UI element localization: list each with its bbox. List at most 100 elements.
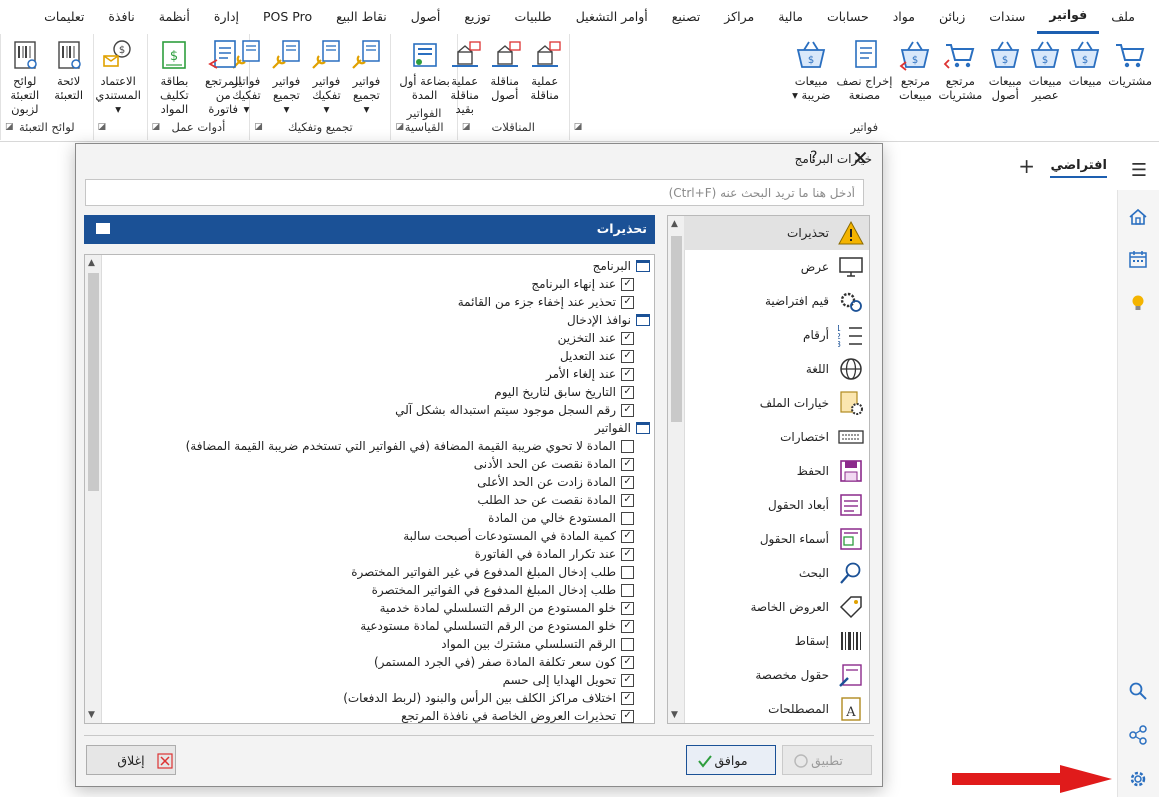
checkbox[interactable]: ✓ bbox=[621, 547, 634, 561]
close-icon[interactable]: ✕ bbox=[852, 146, 869, 170]
option-row[interactable]: ✓ اختلاف مراكز الكلف بين الرأس والبنود (ل… bbox=[105, 689, 650, 707]
ribbon-button[interactable]: عملية مناقلة bbox=[525, 38, 565, 116]
category-item[interactable]: أسماء الحقول bbox=[684, 522, 869, 556]
category-item[interactable]: العروض الخاصة bbox=[684, 590, 869, 624]
category-item[interactable]: إسقاط bbox=[684, 624, 869, 658]
scroll-down-icon[interactable]: ▼ bbox=[88, 710, 95, 720]
option-row[interactable]: ✓ عند إلغاء الأمر bbox=[105, 365, 650, 383]
checkbox[interactable]: ✓ bbox=[621, 475, 634, 489]
menu-item[interactable]: تصنيع bbox=[660, 0, 713, 34]
checkbox[interactable] bbox=[621, 565, 634, 579]
help-button[interactable]: ? bbox=[810, 149, 817, 165]
ribbon-button[interactable]: $ مبيعات عصير bbox=[1025, 38, 1065, 116]
menu-item[interactable]: ملف bbox=[1099, 0, 1147, 34]
checkbox[interactable] bbox=[621, 583, 634, 597]
group-launcher-icon[interactable]: ◪ bbox=[574, 122, 583, 132]
flow-icon[interactable] bbox=[1127, 724, 1149, 746]
menu-item[interactable]: فواتير bbox=[1037, 0, 1100, 34]
ribbon-button[interactable]: $ مبيعات أصول bbox=[985, 38, 1025, 116]
menu-item[interactable]: سندات bbox=[977, 0, 1037, 34]
settings-gear-icon[interactable] bbox=[1127, 768, 1149, 790]
menu-item[interactable]: إدارة bbox=[202, 0, 251, 34]
ok-button[interactable]: موافق bbox=[686, 745, 776, 775]
menu-item[interactable]: أصول bbox=[399, 0, 453, 34]
group-launcher-icon[interactable]: ◪ bbox=[254, 122, 263, 132]
ribbon-button[interactable]: فواتير تجميع ▾ bbox=[266, 38, 306, 116]
category-item[interactable]: A المصطلحات bbox=[684, 692, 869, 723]
checkbox[interactable]: ✓ bbox=[621, 385, 634, 399]
scroll-thumb[interactable] bbox=[671, 236, 682, 422]
option-row[interactable]: الرقم التسلسلي مشترك بين المواد bbox=[105, 635, 650, 653]
ribbon-button[interactable]: مرتجع مشتريات bbox=[935, 38, 985, 116]
checkbox[interactable] bbox=[621, 511, 634, 525]
option-row[interactable]: ✓ خلو المستودع من الرقم التسلسلي لمادة مس… bbox=[105, 617, 650, 635]
menu-item[interactable]: حسابات bbox=[815, 0, 881, 34]
option-row[interactable]: المستودع خالي من المادة bbox=[105, 509, 650, 527]
category-item[interactable]: قيم افتراضية bbox=[684, 284, 869, 318]
search-icon[interactable] bbox=[1127, 680, 1149, 702]
ribbon-button[interactable]: $ مبيعات bbox=[1065, 38, 1105, 116]
menu-item[interactable]: طلبيات bbox=[503, 0, 564, 34]
menu-item[interactable]: مالية bbox=[766, 0, 815, 34]
close-button[interactable]: إغلاق bbox=[86, 745, 176, 775]
add-tab-button[interactable]: + bbox=[1018, 154, 1035, 178]
menu-item[interactable]: أنظمة bbox=[147, 0, 202, 34]
calendar-icon[interactable] bbox=[1127, 248, 1149, 270]
category-item[interactable]: البحث bbox=[684, 556, 869, 590]
ribbon-button[interactable]: $ الاعتماد المستندي ▾ bbox=[94, 38, 143, 116]
option-row[interactable]: ✓ كمية المادة في المستودعات أصبحت سالبة bbox=[105, 527, 650, 545]
apply-button[interactable]: تطبيق bbox=[782, 745, 872, 775]
option-row[interactable]: ✓ تحذير عند إخفاء جزء من القائمة bbox=[105, 293, 650, 311]
option-row[interactable]: ✓ المادة زادت عن الحد الأعلى bbox=[105, 473, 650, 491]
menu-item[interactable]: نافذة bbox=[96, 0, 146, 34]
checkbox[interactable]: ✓ bbox=[621, 673, 634, 687]
group-launcher-icon[interactable]: ◪ bbox=[462, 122, 471, 132]
ribbon-button[interactable]: بضاعة أول المدة bbox=[396, 38, 452, 116]
checkbox[interactable]: ✓ bbox=[621, 457, 634, 471]
checkbox[interactable]: ✓ bbox=[621, 295, 634, 309]
category-item[interactable]: 123 أرقام bbox=[684, 318, 869, 352]
ribbon-button[interactable]: $ بطاقة تكليف المواد bbox=[148, 38, 202, 116]
menu-item[interactable]: POS Pro bbox=[251, 0, 324, 34]
menu-icon[interactable]: ☰ bbox=[1131, 160, 1147, 181]
search-input[interactable] bbox=[86, 180, 863, 205]
option-row[interactable]: ✓ التاريخ سابق لتاريخ اليوم bbox=[105, 383, 650, 401]
checkbox[interactable]: ✓ bbox=[621, 277, 634, 291]
group-launcher-icon[interactable]: ◪ bbox=[395, 122, 404, 132]
ribbon-button[interactable]: إخراج نصف مصنعة bbox=[833, 38, 895, 116]
option-row[interactable]: ✓ المادة نقصت عن حد الطلب bbox=[105, 491, 650, 509]
ribbon-button[interactable]: لوائح التعبئة لزبون bbox=[1, 38, 49, 116]
checkbox[interactable] bbox=[621, 637, 634, 651]
menu-item[interactable]: نقاط البيع bbox=[324, 0, 399, 34]
ribbon-button[interactable]: $ مبيعات ضريبة ▾ bbox=[789, 38, 833, 116]
option-row[interactable]: طلب إدخال المبلغ المدفوع في غير الفواتير… bbox=[105, 563, 650, 581]
ribbon-button[interactable]: المرتجع من فاتورة bbox=[201, 38, 245, 116]
category-item[interactable]: أبعاد الحقول bbox=[684, 488, 869, 522]
scroll-up-icon[interactable]: ▲ bbox=[671, 219, 678, 229]
menu-item[interactable]: مراكز bbox=[712, 0, 766, 34]
category-item[interactable]: حقول مخصصة bbox=[684, 658, 869, 692]
option-row[interactable]: ✓ المادة نقصت عن الحد الأدنى bbox=[105, 455, 650, 473]
checkbox[interactable]: ✓ bbox=[621, 691, 634, 705]
menu-item[interactable]: توزيع bbox=[452, 0, 502, 34]
group-launcher-icon[interactable]: ◪ bbox=[98, 122, 107, 132]
checkbox[interactable]: ✓ bbox=[621, 349, 634, 363]
checkbox[interactable]: ✓ bbox=[621, 655, 634, 669]
tab-default[interactable]: افتراضي bbox=[1050, 158, 1107, 178]
group-launcher-icon[interactable]: ◪ bbox=[5, 122, 14, 132]
option-row[interactable]: ✓ خلو المستودع من الرقم التسلسلي لمادة خد… bbox=[105, 599, 650, 617]
option-row[interactable]: ✓ عند التخزين bbox=[105, 329, 650, 347]
home-icon[interactable] bbox=[1127, 206, 1149, 228]
category-item[interactable]: خيارات الملف bbox=[684, 386, 869, 420]
category-item[interactable]: اللغة bbox=[684, 352, 869, 386]
option-row[interactable]: ✓ عند التعديل bbox=[105, 347, 650, 365]
checkbox[interactable]: ✓ bbox=[621, 601, 634, 615]
scroll-thumb[interactable] bbox=[88, 273, 99, 491]
lightbulb-icon[interactable] bbox=[1127, 292, 1149, 314]
option-row[interactable]: ✓ رقم السجل موجود سيتم استبداله بشكل آلي bbox=[105, 401, 650, 419]
scroll-up-icon[interactable]: ▲ bbox=[88, 258, 95, 268]
option-row[interactable]: ✓ تحذيرات العروض الخاصة في نافذة المرتجع bbox=[105, 707, 650, 723]
checkbox[interactable]: ✓ bbox=[621, 529, 634, 543]
option-row[interactable]: ✓ عند إنهاء البرنامج bbox=[105, 275, 650, 293]
menu-item[interactable]: أوامر التشغيل bbox=[564, 0, 660, 34]
